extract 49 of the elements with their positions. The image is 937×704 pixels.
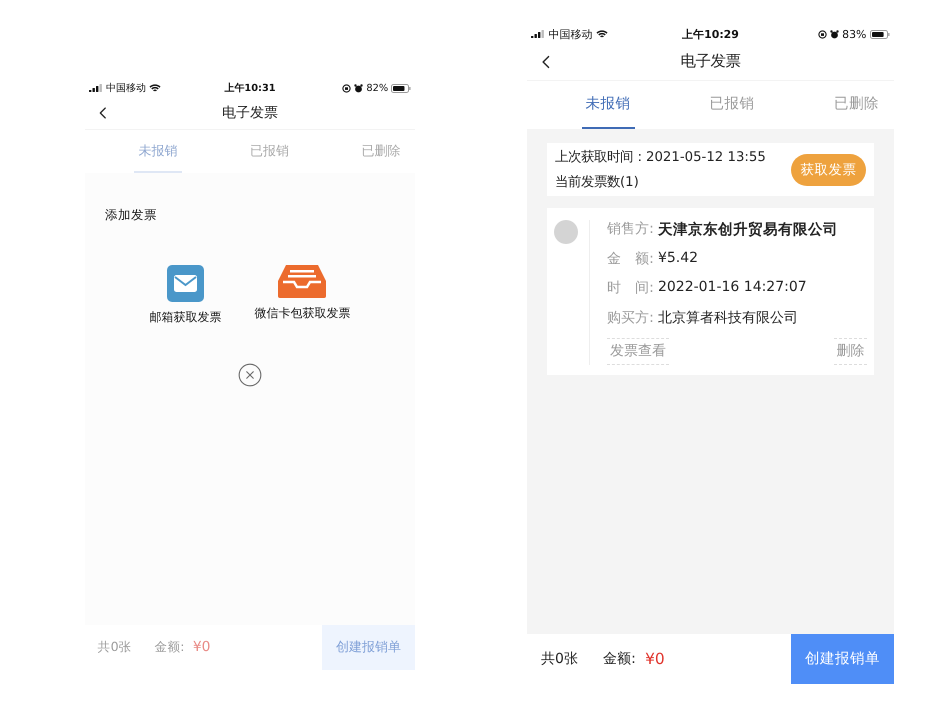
tab[interactable]: 已报销 (706, 80, 759, 129)
total-count: 共0张 (541, 650, 578, 668)
carrier-name: 中国移动 (548, 26, 593, 42)
battery-percent: 83% (842, 28, 866, 41)
close-icon[interactable] (237, 362, 263, 388)
rotation-lock-icon (818, 30, 827, 39)
amount-label: 金额: (154, 638, 185, 656)
delete-button[interactable]: 删除 (834, 338, 868, 365)
field-value: 2022-01-16 14:27:07 (658, 279, 807, 298)
rotation-lock-icon (342, 84, 352, 93)
add-invoice-option[interactable]: 邮箱获取发票 (150, 265, 222, 326)
page-title: 电子发票 (222, 104, 278, 122)
amount-label: 金额: (603, 650, 636, 668)
status-time: 上午10:31 (224, 82, 276, 95)
signal-icon (531, 30, 546, 38)
add-invoice-option[interactable]: 微信卡包获取发票 (254, 265, 350, 326)
total-amount: ¥0 (645, 650, 665, 668)
invoice-count: 当前发票数(1) (554, 174, 640, 192)
tab[interactable]: 已删除 (357, 130, 405, 174)
signal-icon (88, 84, 103, 92)
wifi-icon (148, 84, 161, 93)
total-count: 共0张 (98, 638, 132, 656)
field-label: 销售方: (607, 220, 654, 240)
field-value: ¥5.42 (658, 250, 698, 268)
field-label: 购买方: (607, 308, 654, 327)
page-title: 电子发票 (680, 51, 740, 72)
view-invoice-button[interactable]: 发票查看 (607, 338, 669, 365)
fetch-invoice-button[interactable]: 获取发票 (790, 154, 866, 186)
inbox-tray-icon (278, 265, 326, 298)
battery-icon (870, 30, 890, 39)
field-value: 天津京东创升贸易有限公司 (658, 220, 838, 240)
envelope-icon (167, 265, 204, 302)
create-expense-button[interactable]: 创建报销单 (322, 624, 415, 670)
field-label: 金 额: (607, 250, 654, 268)
tab[interactable]: 已报销 (246, 130, 294, 174)
alarm-icon (830, 30, 839, 39)
create-expense-button[interactable]: 创建报销单 (791, 634, 894, 684)
last-fetch-time: 上次获取时间：2021-05-12 13:55 (554, 148, 766, 166)
carrier-name: 中国移动 (106, 82, 146, 95)
field-value: 北京算者科技有限公司 (658, 308, 798, 327)
dialog-title: 添加发票 (105, 206, 158, 224)
wifi-icon (596, 30, 608, 39)
alarm-icon (354, 84, 364, 93)
status-time: 上午10:29 (682, 26, 739, 42)
field-label: 时 间: (607, 279, 654, 298)
total-amount: ¥0 (192, 639, 210, 656)
battery-icon (391, 84, 412, 93)
tab[interactable]: 已删除 (830, 80, 883, 129)
battery-percent: 82% (366, 82, 388, 94)
